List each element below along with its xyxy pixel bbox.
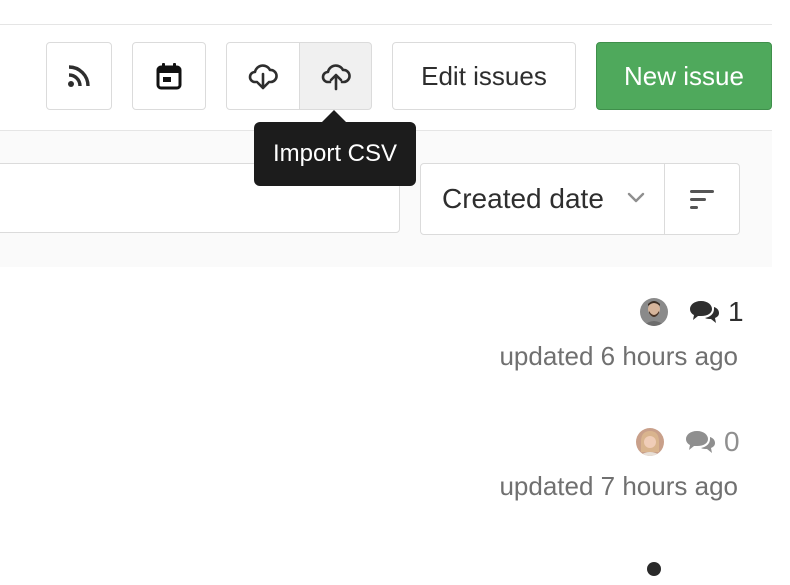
top-divider (0, 24, 772, 25)
import-csv-tooltip: Import CSV (254, 122, 416, 186)
sort-dropdown-label: Created date (442, 183, 604, 214)
issue-row[interactable] (0, 527, 772, 585)
cloud-upload-icon (321, 64, 351, 91)
issue-row[interactable]: 0 updated 7 hours ago (0, 397, 772, 528)
rss-button[interactable] (46, 42, 112, 110)
sort-controls: Created date (420, 163, 740, 235)
avatar-image (640, 298, 668, 326)
page-edge (772, 0, 790, 562)
edit-issues-label: Edit issues (421, 60, 547, 91)
comments-count[interactable]: 1 (690, 296, 744, 328)
comments-icon (686, 431, 715, 453)
issue-updated-time: updated 6 hours ago (499, 341, 738, 371)
issue-updated-time: updated 7 hours ago (499, 471, 738, 501)
sort-direction-button[interactable] (665, 164, 739, 234)
calendar-icon (156, 63, 182, 90)
comments-count-value: 1 (728, 296, 744, 327)
chevron-down-icon (627, 192, 645, 203)
tooltip-arrow (322, 110, 346, 122)
comments-count-value: 0 (724, 426, 740, 457)
rss-icon (68, 65, 90, 87)
assignee-avatar[interactable] (636, 428, 664, 456)
issue-row[interactable]: 1 updated 6 hours ago (0, 267, 772, 398)
edit-issues-button[interactable]: Edit issues (392, 42, 576, 110)
csv-button-group (226, 42, 372, 110)
assignee-avatar[interactable] (640, 557, 668, 585)
avatar-image (640, 557, 668, 585)
import-csv-button[interactable] (299, 42, 372, 110)
sort-lowest-icon (690, 190, 714, 209)
export-csv-button[interactable] (226, 42, 300, 110)
new-issue-label: New issue (624, 60, 744, 91)
avatar-image (636, 428, 664, 456)
cloud-download-icon (248, 64, 278, 90)
new-issue-button[interactable]: New issue (596, 42, 772, 110)
tooltip-text: Import CSV (272, 140, 398, 167)
assignee-avatar[interactable] (640, 298, 668, 326)
sort-dropdown[interactable]: Created date (421, 164, 665, 234)
comments-icon (690, 301, 719, 323)
comments-count[interactable]: 0 (686, 426, 740, 458)
calendar-button[interactable] (132, 42, 206, 110)
